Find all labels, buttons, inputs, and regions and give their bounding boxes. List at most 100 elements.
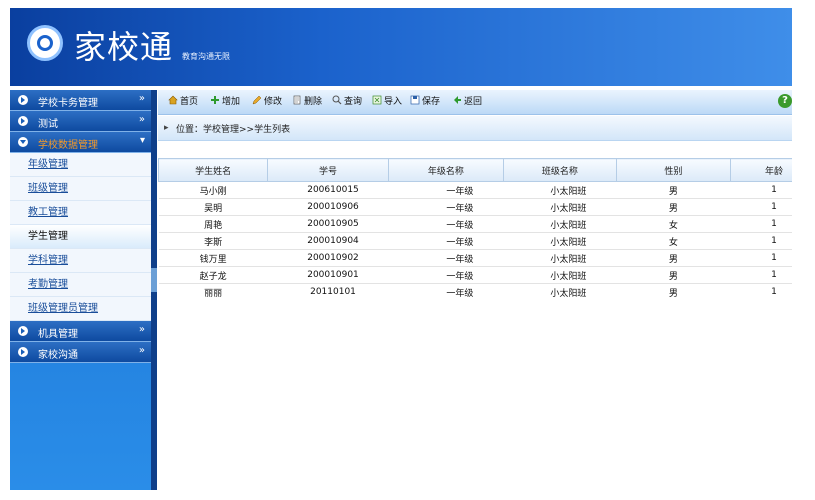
delete-label: 删除: [304, 97, 323, 107]
breadcrumb: ▸ 位置：学校管理>>学生列表: [158, 116, 792, 141]
home-button[interactable]: 首页: [168, 95, 198, 109]
column-header-name[interactable]: 学生姓名: [158, 158, 269, 182]
table-row[interactable]: 钱万里 200010902 一年级 小太阳班 男 1: [158, 249, 792, 267]
school-data-submenu: 年级管理 班级管理 教工管理 学生管理 学科管理 考勤管理 班级管理员管理: [10, 153, 151, 321]
import-icon: [372, 95, 382, 105]
cell-age: 1: [730, 181, 792, 199]
toolbar: 首页 增加 修改 删除 查询 导入 保存 返回 ?: [158, 90, 792, 115]
add-button[interactable]: 增加: [210, 95, 240, 109]
cell-age: 1: [730, 249, 792, 267]
back-icon: [454, 96, 461, 104]
sidebar-item-class-admin[interactable]: 班级管理员管理: [10, 297, 151, 321]
column-header-age[interactable]: 年龄: [729, 158, 792, 182]
cell-student-id: 200010904: [267, 232, 389, 250]
column-header-student-id[interactable]: 学号: [267, 158, 389, 182]
sidebar-group-school-data[interactable]: 学校数据管理 ▾: [10, 132, 151, 153]
breadcrumb-text: 位置：学校管理>>学生列表: [176, 125, 291, 135]
sidebar-collapse-handle[interactable]: [151, 268, 157, 292]
cell-grade: 一年级: [388, 249, 504, 267]
add-icon: [211, 96, 219, 104]
app-title: 家校通: [74, 28, 174, 66]
table-row[interactable]: 李斯 200010904 一年级 小太阳班 女 1: [158, 232, 792, 250]
import-button[interactable]: 导入: [372, 95, 402, 109]
cell-class: 小太阳班: [503, 181, 617, 199]
delete-button[interactable]: 删除: [292, 95, 322, 109]
cell-student-id: 200010901: [267, 266, 389, 284]
cell-class: 小太阳班: [503, 249, 617, 267]
chevron-down-icon: ▾: [139, 135, 145, 146]
cell-gender: 男: [616, 181, 731, 199]
chevron-right-icon: »: [138, 114, 145, 125]
column-header-class[interactable]: 班级名称: [502, 158, 617, 182]
cell-name: 钱万里: [158, 249, 268, 267]
save-label: 保存: [422, 97, 441, 107]
back-button[interactable]: 返回: [452, 95, 482, 109]
query-label: 查询: [344, 97, 363, 107]
cell-class: 小太阳班: [503, 215, 617, 233]
sidebar-item-student[interactable]: 学生管理: [10, 225, 151, 249]
sidebar-item-staff[interactable]: 教工管理: [10, 201, 151, 225]
import-label: 导入: [384, 97, 403, 107]
cell-gender: 男: [616, 266, 731, 284]
cell-age: 1: [730, 283, 792, 300]
cell-class: 小太阳班: [503, 232, 617, 250]
save-icon: [410, 95, 420, 105]
table-header-row: 学生姓名 学号 年级名称 班级名称 性别 年龄: [158, 158, 792, 182]
column-header-gender[interactable]: 性别: [615, 158, 731, 182]
table-row[interactable]: 马小刚 200610015 一年级 小太阳班 男 1: [158, 181, 792, 199]
cell-gender: 女: [616, 215, 731, 233]
sidebar-group-card-management[interactable]: 学校卡务管理 »: [10, 90, 151, 111]
cell-name: 李斯: [158, 232, 268, 250]
home-icon: [168, 95, 178, 105]
cell-gender: 男: [616, 283, 731, 300]
cell-gender: 男: [616, 198, 731, 216]
sidebar-group-home-school[interactable]: 家校沟通 »: [10, 342, 151, 363]
cell-student-id: 200010902: [267, 249, 389, 267]
cell-student-id: 200010905: [267, 215, 389, 233]
table-row[interactable]: 赵子龙 200010901 一年级 小太阳班 男 1: [158, 266, 792, 284]
cell-student-id: 200610015: [267, 181, 389, 199]
cell-grade: 一年级: [388, 232, 504, 250]
cell-name: 丽丽: [158, 283, 268, 300]
cell-grade: 一年级: [388, 215, 504, 233]
cell-student-id: 200010906: [267, 198, 389, 216]
expand-bullet-icon: [18, 326, 28, 336]
sidebar-item-grade[interactable]: 年级管理: [10, 153, 151, 177]
collapse-bullet-icon: [18, 137, 28, 147]
sidebar-item-subject[interactable]: 学科管理: [10, 249, 151, 273]
back-label: 返回: [464, 97, 483, 107]
sidebar-group-label: 学校卡务管理: [38, 98, 98, 109]
cell-class: 小太阳班: [503, 198, 617, 216]
sidebar-group-label: 家校沟通: [38, 350, 78, 361]
chevron-right-icon: »: [138, 324, 145, 335]
sidebar-item-class[interactable]: 班级管理: [10, 177, 151, 201]
cell-grade: 一年级: [388, 283, 504, 300]
cell-name: 周艳: [158, 215, 268, 233]
cell-grade: 一年级: [388, 266, 504, 284]
delete-icon: [293, 95, 301, 105]
cell-name: 赵子龙: [158, 266, 268, 284]
home-label: 首页: [180, 97, 199, 107]
sidebar-item-attendance[interactable]: 考勤管理: [10, 273, 151, 297]
sidebar-group-label: 学校数据管理: [38, 140, 98, 151]
app-slogan: 教育沟通无限: [182, 52, 230, 61]
query-button[interactable]: 查询: [332, 95, 362, 109]
sidebar-group-test[interactable]: 测试 »: [10, 111, 151, 132]
save-button[interactable]: 保存: [410, 95, 440, 109]
edit-label: 修改: [264, 97, 283, 107]
table-row[interactable]: 周艳 200010905 一年级 小太阳班 女 1: [158, 215, 792, 233]
sidebar-group-label: 测试: [38, 119, 58, 130]
edit-button[interactable]: 修改: [252, 95, 282, 109]
cell-age: 1: [730, 215, 792, 233]
cell-class: 小太阳班: [503, 283, 617, 300]
chevron-right-icon: »: [138, 345, 145, 356]
sidebar-group-devices[interactable]: 机具管理 »: [10, 321, 151, 342]
column-header-grade[interactable]: 年级名称: [387, 158, 504, 182]
table-row[interactable]: 吴明 200010906 一年级 小太阳班 男 1: [158, 198, 792, 216]
table-row[interactable]: 丽丽 20110101 一年级 小太阳班 男 1: [158, 283, 792, 300]
help-icon[interactable]: ?: [778, 94, 792, 108]
sidebar: 学校卡务管理 » 测试 » 学校数据管理 ▾ 年级管理 班级管理 教工管理 学生…: [10, 90, 151, 490]
expand-bullet-icon: [18, 95, 28, 105]
cell-age: 1: [730, 198, 792, 216]
cell-age: 1: [730, 266, 792, 284]
